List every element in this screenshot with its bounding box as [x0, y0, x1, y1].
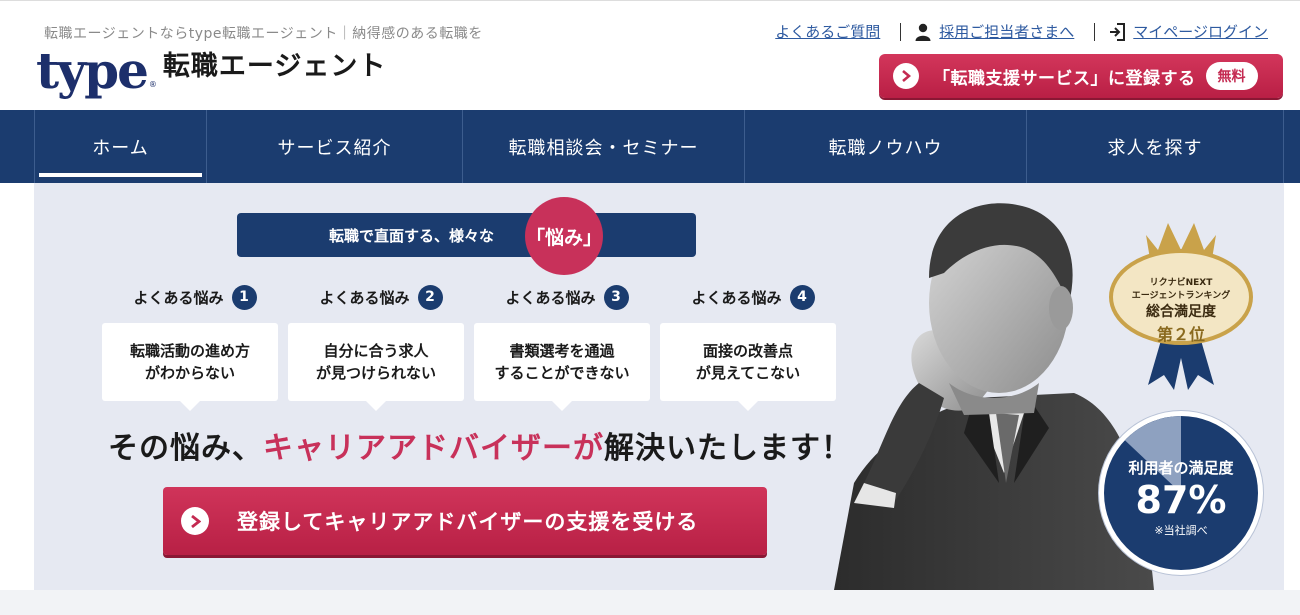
nav-seminars[interactable]: 転職相談会・セミナー — [463, 110, 745, 183]
worry-number-badge: 1 — [231, 284, 257, 310]
nav-services[interactable]: サービス紹介 — [207, 110, 463, 183]
hero-headline: その悩み、キャリアアドバイザーが解決いたします！ — [108, 423, 852, 467]
nav-job-search-label: 求人を探す — [1107, 137, 1203, 159]
register-advisor-button[interactable]: 登録してキャリアアドバイザーの支援を受ける — [163, 487, 767, 555]
headline-post: 解決いたします！ — [604, 431, 852, 466]
satisfaction-note: ※当社調べ — [1154, 523, 1208, 537]
nav-seminars-label: 転職相談会・セミナー — [508, 137, 699, 159]
nav-list: ホーム サービス紹介 転職相談会・セミナー 転職ノウハウ 求人を探す — [34, 110, 1284, 183]
worry-number-badge: 3 — [603, 284, 629, 310]
worry-line: がわからない — [144, 364, 235, 382]
worry-line: が見つけられない — [315, 364, 436, 382]
worry-heading: よくある悩み 3 — [474, 283, 660, 311]
site-header: 転職エージェントならtype転職エージェント｜納得感のある転職を type ® … — [0, 0, 1300, 110]
worry-heading: よくある悩み 2 — [288, 283, 474, 311]
ranking-position: 第２位 — [1156, 325, 1205, 344]
divider — [1094, 22, 1096, 41]
worry-line: 転職活動の進め方 — [129, 342, 250, 360]
nav-knowhow-label: 転職ノウハウ — [828, 137, 943, 159]
logo-type: type — [36, 41, 149, 100]
worry-heading-label: よくある悩み — [505, 288, 596, 307]
worry-bubble: 書類選考を通過 することができない — [474, 323, 650, 411]
nav-home-label: ホーム — [92, 137, 149, 159]
ranking-badge: リクナビNEXT エージェントランキング 総合満足度 第２位 — [1106, 195, 1256, 395]
worry-item: よくある悩み 2 自分に合う求人 が見つけられない — [288, 283, 474, 411]
person-icon — [915, 23, 931, 41]
divider — [900, 22, 902, 41]
worry-line: 面接の改善点 — [702, 342, 793, 360]
nav-services-label: サービス紹介 — [277, 137, 392, 159]
main-nav: ホーム サービス紹介 転職相談会・セミナー 転職ノウハウ 求人を探す — [0, 110, 1300, 183]
employers-link[interactable]: 採用ご担当者さまへ — [915, 21, 1074, 42]
worry-heading-label: よくある悩み — [133, 288, 224, 307]
logo-subtitle: 転職エージェント — [162, 51, 387, 82]
worry-item: よくある悩み 1 転職活動の進め方 がわからない — [102, 283, 288, 411]
ranking-title: 総合満足度 — [1146, 304, 1216, 320]
nav-home[interactable]: ホーム — [35, 110, 207, 183]
worry-bubble: 転職活動の進め方 がわからない — [102, 323, 278, 411]
worry-line: 書類選考を通過 — [509, 342, 615, 360]
worry-bubble: 自分に合う求人 が見つけられない — [288, 323, 464, 411]
header-links: よくあるご質問 採用ご担当者さまへ マイページログイン — [775, 21, 1268, 42]
worries-title-bar: 転職で直面する、様々な — [237, 213, 696, 257]
mypage-link-label: マイページログイン — [1133, 23, 1268, 41]
cta-label: 登録してキャリアアドバイザーの支援を受ける — [237, 510, 699, 534]
worry-line: することができない — [494, 364, 630, 382]
worry-heading-label: よくある悩み — [691, 288, 782, 307]
nav-knowhow[interactable]: 転職ノウハウ — [745, 110, 1027, 183]
worry-number-badge: 4 — [789, 284, 815, 310]
employers-link-label: 採用ご担当者さまへ — [939, 23, 1075, 41]
page: 転職エージェントならtype転職エージェント｜納得感のある転職を type ® … — [0, 0, 1300, 615]
worry-heading: よくある悩み 4 — [660, 283, 846, 311]
worry-number-badge: 2 — [417, 284, 443, 310]
worry-item: よくある悩み 4 面接の改善点 が見えてこない — [660, 283, 846, 411]
worry-line: が見えてこない — [695, 364, 801, 382]
satisfaction-label: 利用者の満足度 — [1128, 458, 1234, 477]
ranking-source: リクナビNEXT — [1149, 278, 1213, 288]
satisfaction-text: 利用者の満足度 87% ※当社調べ — [1104, 416, 1258, 570]
login-icon — [1110, 22, 1126, 41]
register-button-label: 「転職支援サービス」に登録する — [933, 68, 1196, 89]
satisfaction-value: 87% — [1135, 477, 1227, 522]
worries-highlight-circle: 「悩み」 — [525, 197, 603, 275]
faq-link-label: よくあるご質問 — [775, 23, 881, 41]
worries-title-text: 転職で直面する、様々な — [329, 226, 495, 245]
site-logo[interactable]: type ® 転職エージェント — [36, 41, 387, 100]
header-tagline: 転職エージェントならtype転職エージェント｜納得感のある転職を — [44, 26, 483, 42]
headline-emphasis: キャリアアドバイザーが — [263, 431, 604, 466]
free-badge: 無料 — [1205, 62, 1258, 90]
chevron-right-icon — [181, 507, 209, 535]
worries-highlight-text: 「悩み」 — [525, 226, 602, 249]
hero-banner[interactable]: 転職で直面する、様々な 「悩み」 よくある悩み 1 転職活動の進め方 がわからない … — [34, 183, 1284, 590]
worries-list: よくある悩み 1 転職活動の進め方 がわからない よくある悩み 2 自分に合う求人 が見… — [102, 283, 846, 411]
ranking-category: エージェントランキング — [1131, 291, 1231, 301]
page-bottom-band — [0, 590, 1300, 615]
register-service-button[interactable]: 「転職支援サービス」に登録する 無料 — [879, 54, 1283, 98]
worry-line: 自分に合う求人 — [323, 342, 429, 360]
chevron-right-icon — [893, 63, 919, 89]
worry-heading: よくある悩み 1 — [102, 283, 288, 311]
logo-registered-mark: ® — [148, 80, 157, 89]
headline-pre: その悩み、 — [108, 431, 263, 466]
satisfaction-badge: 利用者の満足度 87% ※当社調べ — [1099, 411, 1263, 575]
worry-heading-label: よくある悩み — [319, 288, 410, 307]
worry-item: よくある悩み 3 書類選考を通過 することができない — [474, 283, 660, 411]
faq-link[interactable]: よくあるご質問 — [775, 21, 880, 42]
worry-bubble: 面接の改善点 が見えてこない — [660, 323, 836, 411]
mypage-login-link[interactable]: マイページログイン — [1109, 21, 1268, 42]
nav-job-search[interactable]: 求人を探す — [1027, 110, 1284, 183]
